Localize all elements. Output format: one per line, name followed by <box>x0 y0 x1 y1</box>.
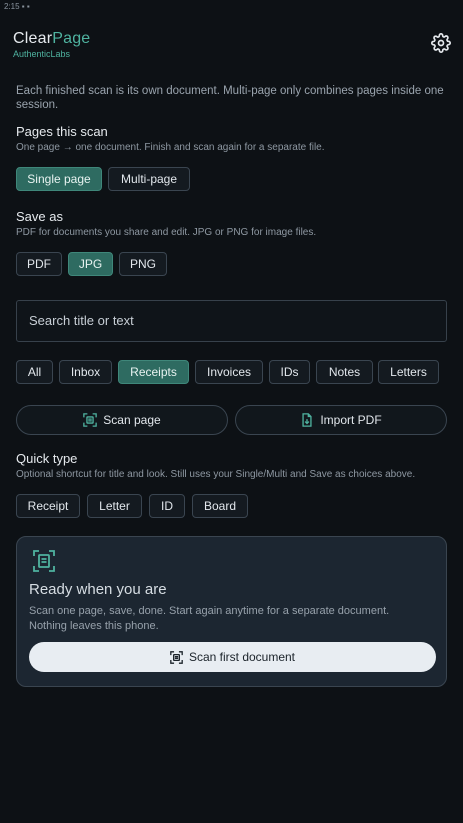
import-pdf-label: Import PDF <box>320 413 382 427</box>
single-page-option[interactable]: Single page <box>16 167 102 191</box>
search-input[interactable]: Search title or text <box>16 300 447 342</box>
format-jpg-option[interactable]: JPG <box>68 252 113 276</box>
filter-letters[interactable]: Letters <box>378 360 439 384</box>
empty-state-line-1: Scan one page, save, done. Start again a… <box>29 605 390 617</box>
filter-notes[interactable]: Notes <box>316 360 373 384</box>
gear-icon <box>431 33 451 53</box>
file-import-icon <box>302 413 312 427</box>
scan-first-document-button[interactable]: Scan first document <box>29 642 436 672</box>
quick-type-receipt[interactable]: Receipt <box>16 494 80 518</box>
scan-page-button[interactable]: Scan page <box>16 405 228 435</box>
empty-state-card: Ready when you are Scan one page, save, … <box>16 536 447 687</box>
app-brand: ClearPage AuthenticLabs <box>13 29 90 59</box>
filter-ids[interactable]: IDs <box>269 360 310 384</box>
filter-inbox[interactable]: Inbox <box>59 360 112 384</box>
save-section-hint: PDF for documents you share and edit. JP… <box>16 227 317 238</box>
empty-state-text: Scan one page, save, done. Start again a… <box>29 604 439 633</box>
scan-frame-icon <box>33 550 55 572</box>
scan-first-document-label: Scan first document <box>188 650 296 664</box>
quick-type-title: Quick type <box>16 451 78 466</box>
scan-page-label: Scan page <box>103 413 161 427</box>
multi-page-option[interactable]: Multi-page <box>108 167 190 191</box>
scan-frame-icon <box>83 413 98 427</box>
quick-type-board[interactable]: Board <box>192 494 248 518</box>
empty-state-line-2: Nothing leaves this phone. <box>29 619 159 632</box>
app-title-clear: Clear <box>13 30 53 47</box>
quick-type-letter[interactable]: Letter <box>87 494 142 518</box>
pages-section-title: Pages this scan <box>16 124 108 139</box>
format-png-option[interactable]: PNG <box>119 252 167 276</box>
filter-receipts[interactable]: Receipts <box>118 360 189 384</box>
settings-button[interactable] <box>431 33 451 53</box>
save-section-title: Save as <box>16 209 63 224</box>
scan-frame-icon <box>170 650 183 664</box>
filter-invoices[interactable]: Invoices <box>195 360 263 384</box>
empty-state-title: Ready when you are <box>29 581 167 598</box>
status-bar: 2:15 ▪ ▪ <box>4 2 30 11</box>
quick-type-hint: Optional shortcut for title and look. St… <box>16 469 416 480</box>
app-title: ClearPage <box>13 29 90 49</box>
quick-type-id[interactable]: ID <box>149 494 185 518</box>
app-subtitle: AuthenticLabs <box>13 49 71 59</box>
app-title-page: Page <box>52 30 91 47</box>
import-pdf-button[interactable]: Import PDF <box>235 405 447 435</box>
format-pdf-option[interactable]: PDF <box>16 252 62 276</box>
intro-text: Each finished scan is its own document. … <box>16 85 444 111</box>
pages-section-hint: One page → one document. Finish and scan… <box>16 142 325 153</box>
filter-all[interactable]: All <box>16 360 53 384</box>
